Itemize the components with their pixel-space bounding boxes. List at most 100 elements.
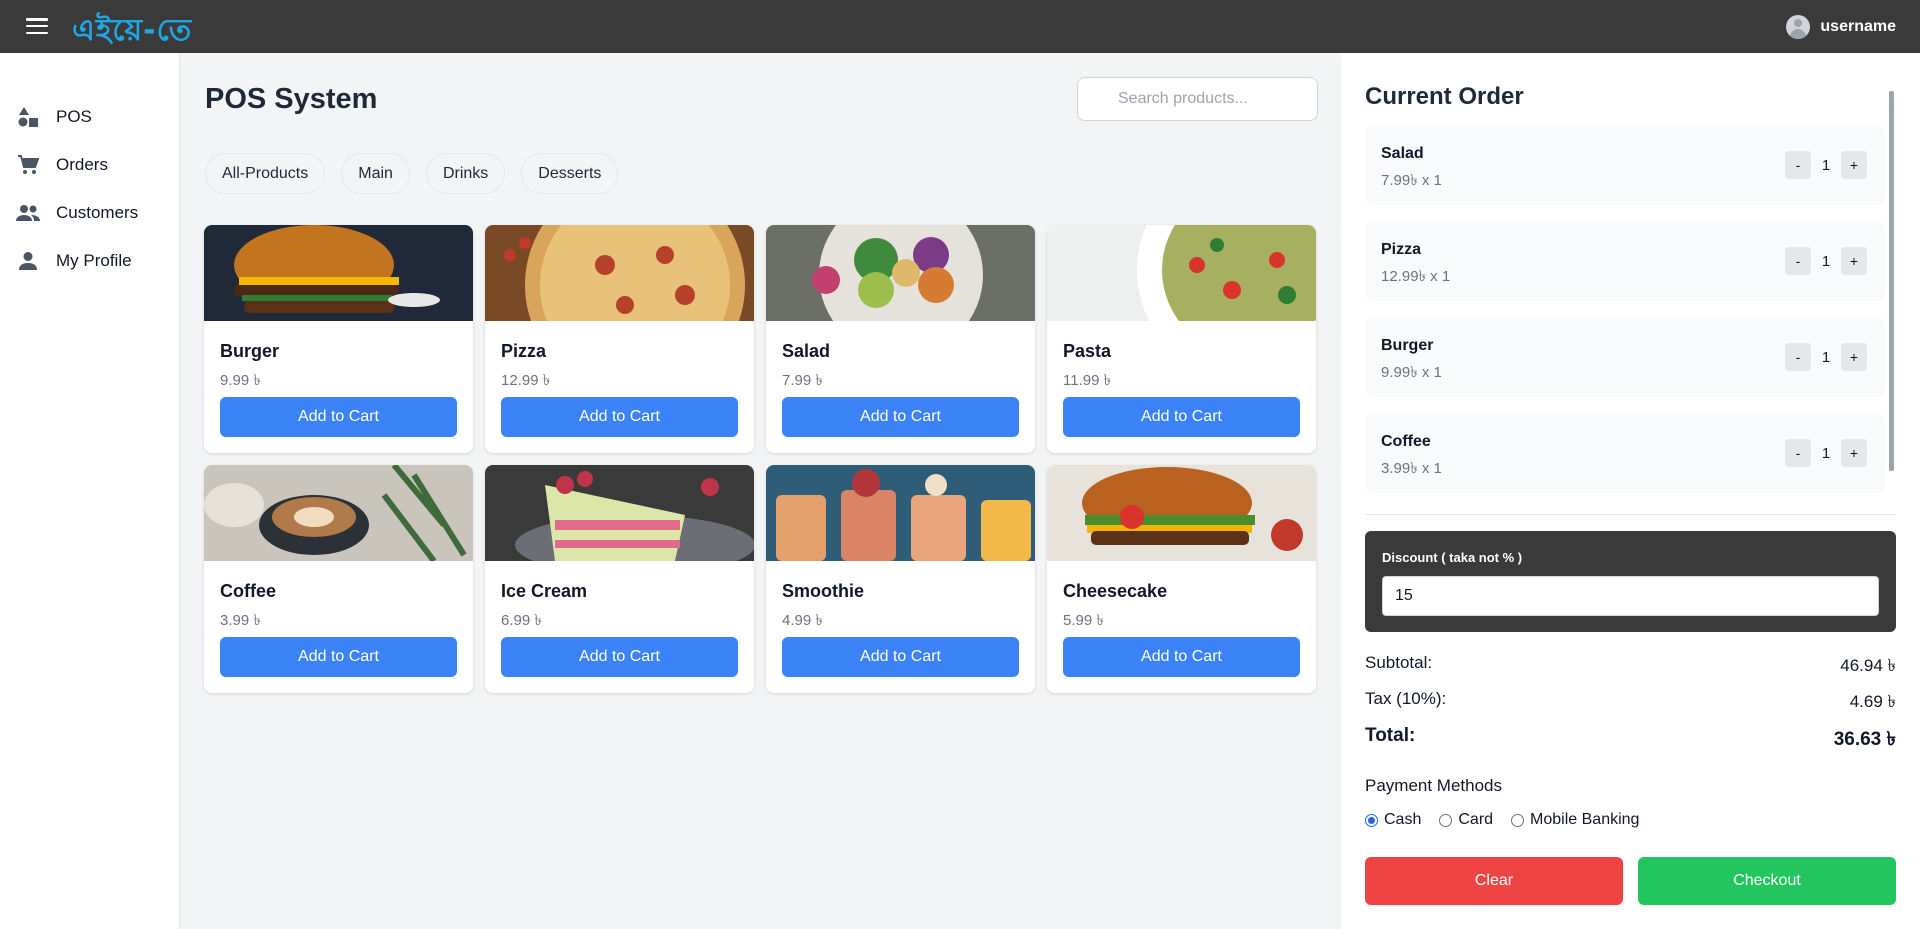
product-card: Pasta 11.99 ৳ Add to Cart <box>1047 225 1316 453</box>
sidebar-item-label: Customers <box>56 203 139 222</box>
order-item-price: 12.99৳ x 1 <box>1381 268 1451 285</box>
order-item: Pizza 12.99৳ x 1 - 1 + <box>1365 221 1885 301</box>
product-name: Pasta <box>1063 341 1112 361</box>
coffee-image <box>204 465 473 561</box>
increase-button[interactable]: + <box>1841 247 1867 275</box>
sidebar-item-profile[interactable]: My Profile <box>0 237 179 285</box>
category-main[interactable]: Main <box>341 153 410 194</box>
quantity-value: 1 <box>1821 252 1831 270</box>
quantity-stepper: - 1 + <box>1785 151 1867 179</box>
add-to-cart-button[interactable]: Add to Cart <box>1063 397 1300 437</box>
quantity-value: 1 <box>1821 444 1831 462</box>
app-logo[interactable]: এইয়ে-তে <box>72 6 192 57</box>
product-name: Coffee <box>220 581 277 601</box>
decrease-button[interactable]: - <box>1785 151 1811 179</box>
total-value: 36.63 ৳ <box>1833 729 1896 750</box>
sidebar-item-pos[interactable]: POS <box>0 93 179 141</box>
order-list[interactable]: Salad 7.99৳ x 1 - 1 + Pizza 12.99৳ x 1 -… <box>1365 125 1885 545</box>
increase-button[interactable]: + <box>1841 151 1867 179</box>
pasta-image <box>1047 225 1316 321</box>
cheesecake-image <box>1047 465 1316 561</box>
order-item-name: Salad <box>1381 145 1424 162</box>
decrease-button[interactable]: - <box>1785 247 1811 275</box>
add-to-cart-button[interactable]: Add to Cart <box>782 397 1019 437</box>
cart-icon <box>16 153 40 177</box>
product-name: Burger <box>220 341 280 361</box>
sidebar-item-label: POS <box>56 107 92 126</box>
quantity-stepper: - 1 + <box>1785 343 1867 371</box>
discount-panel: Discount ( taka not % ) <box>1365 531 1896 632</box>
add-to-cart-button[interactable]: Add to Cart <box>501 397 738 437</box>
add-to-cart-button[interactable]: Add to Cart <box>220 397 457 437</box>
person-icon <box>16 249 40 273</box>
add-to-cart-button[interactable]: Add to Cart <box>501 637 738 677</box>
checkout-button[interactable]: Checkout <box>1638 857 1896 905</box>
order-scrollbar[interactable] <box>1887 83 1895 503</box>
sidebar: POS Orders Customers My Profile <box>0 53 180 929</box>
order-item: Burger 9.99৳ x 1 - 1 + <box>1365 317 1885 397</box>
product-price: 3.99 ৳ <box>220 612 261 629</box>
product-name: Cheesecake <box>1063 581 1168 601</box>
product-price: 5.99 ৳ <box>1063 612 1104 629</box>
product-price: 7.99 ৳ <box>782 372 823 389</box>
quantity-value: 1 <box>1821 348 1831 366</box>
radio-icon[interactable] <box>1511 813 1525 827</box>
product-grid: Burger 9.99 ৳ Add to Cart Pizza 12.99 ৳ … <box>204 225 1316 693</box>
add-to-cart-button[interactable]: Add to Cart <box>782 637 1019 677</box>
divider <box>1365 514 1896 515</box>
product-card: Salad 7.99 ৳ Add to Cart <box>766 225 1035 453</box>
product-price: 4.99 ৳ <box>782 612 823 629</box>
tax-value: 4.69 ৳ <box>1849 692 1896 711</box>
category-drinks[interactable]: Drinks <box>425 153 506 194</box>
clear-button[interactable]: Clear <box>1365 857 1623 905</box>
menu-icon[interactable] <box>26 18 48 34</box>
payment-option-mobile-banking[interactable]: Mobile Banking <box>1511 811 1639 829</box>
product-price: 12.99 ৳ <box>501 372 551 389</box>
order-title: Current Order <box>1365 83 1524 110</box>
category-desserts[interactable]: Desserts <box>521 153 619 194</box>
payment-option-cash[interactable]: Cash <box>1365 811 1421 829</box>
page-title: POS System <box>205 83 378 115</box>
payment-option-card[interactable]: Card <box>1439 811 1493 829</box>
category-all-products[interactable]: All-Products <box>205 153 326 194</box>
ice-cream-image <box>485 465 754 561</box>
payment-option-label: Cash <box>1384 811 1422 828</box>
scrollbar-thumb[interactable] <box>1889 91 1894 471</box>
product-card: Pizza 12.99 ৳ Add to Cart <box>485 225 754 453</box>
add-to-cart-button[interactable]: Add to Cart <box>1063 637 1300 677</box>
order-item: Salad 7.99৳ x 1 - 1 + <box>1365 125 1885 205</box>
product-card: Smoothie 4.99 ৳ Add to Cart <box>766 465 1035 693</box>
increase-button[interactable]: + <box>1841 343 1867 371</box>
subtotal-label: Subtotal: <box>1365 653 1433 672</box>
total-label: Total: <box>1365 725 1416 746</box>
sidebar-item-orders[interactable]: Orders <box>0 141 179 189</box>
sidebar-item-label: My Profile <box>56 251 132 270</box>
user-menu[interactable]: username <box>1786 15 1896 39</box>
decrease-button[interactable]: - <box>1785 439 1811 467</box>
add-to-cart-button[interactable]: Add to Cart <box>220 637 457 677</box>
radio-icon[interactable] <box>1439 813 1453 827</box>
avatar-icon <box>1786 15 1811 39</box>
order-item-name: Burger <box>1381 337 1434 354</box>
payment-option-label: Mobile Banking <box>1530 811 1640 828</box>
increase-button[interactable]: + <box>1841 439 1867 467</box>
payment-methods: Cash Card Mobile Banking <box>1365 811 1639 829</box>
pizza-image <box>485 225 754 321</box>
quantity-stepper: - 1 + <box>1785 247 1867 275</box>
search-input[interactable] <box>1077 77 1318 121</box>
total-row: Total: 36.63 ৳ <box>1365 725 1896 757</box>
product-card: Ice Cream 6.99 ৳ Add to Cart <box>485 465 754 693</box>
order-item: Coffee 3.99৳ x 1 - 1 + <box>1365 413 1885 493</box>
people-icon <box>16 201 40 225</box>
product-name: Ice Cream <box>501 581 588 601</box>
product-price: 6.99 ৳ <box>501 612 542 629</box>
order-item-name: Coffee <box>1381 433 1431 450</box>
decrease-button[interactable]: - <box>1785 343 1811 371</box>
product-card: Burger 9.99 ৳ Add to Cart <box>204 225 473 453</box>
product-card: Cheesecake 5.99 ৳ Add to Cart <box>1047 465 1316 693</box>
category-filters: All-Products Main Drinks Desserts <box>205 153 619 194</box>
sidebar-item-customers[interactable]: Customers <box>0 189 179 237</box>
radio-checked-icon[interactable] <box>1365 813 1378 827</box>
discount-input[interactable] <box>1382 576 1879 616</box>
discount-label: Discount ( taka not % ) <box>1382 550 1523 565</box>
